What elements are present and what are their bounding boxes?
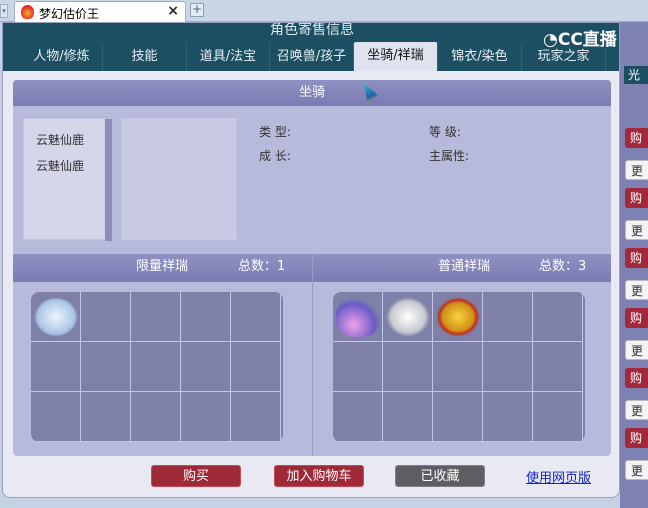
grid-slot[interactable] xyxy=(333,292,383,342)
ice-spirit-icon xyxy=(34,297,78,337)
grid-slot[interactable] xyxy=(231,292,281,342)
grid-slot[interactable] xyxy=(383,292,433,342)
grid-slot[interactable] xyxy=(81,342,131,392)
background-button[interactable]: 光 xyxy=(624,66,648,84)
grid-slot[interactable] xyxy=(181,292,231,342)
grid-slot[interactable] xyxy=(31,392,81,442)
grid-slot[interactable] xyxy=(231,342,281,392)
background-red-button[interactable]: 购 xyxy=(625,248,648,268)
limited-title: 限量祥瑞 xyxy=(136,259,189,274)
grid-slot[interactable] xyxy=(333,392,383,442)
grid-slot[interactable] xyxy=(333,342,383,392)
new-tab-button[interactable]: + xyxy=(190,3,204,17)
tab-dropdown-button[interactable]: ▾ xyxy=(0,4,8,18)
background-white-button[interactable]: 更 xyxy=(625,400,648,420)
grid-slot[interactable] xyxy=(433,292,483,342)
pink-butterfly-icon xyxy=(336,297,380,337)
background-red-button[interactable]: 购 xyxy=(625,428,648,448)
tab-1[interactable]: 技能 xyxy=(103,43,187,71)
grid-slot[interactable] xyxy=(31,342,81,392)
tab-3[interactable]: 召唤兽/孩子 xyxy=(270,43,354,71)
grid-slot[interactable] xyxy=(131,292,181,342)
background-red-button[interactable]: 购 xyxy=(625,308,648,328)
white-horse-icon xyxy=(386,297,430,337)
mount-panel: 坐骑 云魅仙鹿 云魅仙鹿 类 型: 成 长: 等 级: 主属性: 限量祥瑞 总数… xyxy=(13,80,611,456)
background-red-button[interactable]: 购 xyxy=(625,188,648,208)
browser-tab[interactable]: 梦幻估价王 × xyxy=(14,1,186,22)
tab-6[interactable]: 玩家之家 xyxy=(522,43,606,71)
browser-tab-strip: ▾ 梦幻估价王 × + xyxy=(0,0,648,22)
grid-slot[interactable] xyxy=(131,392,181,442)
grid-slot[interactable] xyxy=(433,342,483,392)
dialog-title: 角色寄售信息 xyxy=(270,22,354,38)
close-tab-icon[interactable]: × xyxy=(167,3,179,19)
app-logo-icon xyxy=(21,5,34,19)
grid-slot[interactable] xyxy=(81,292,131,342)
normal-title: 普通祥瑞 xyxy=(438,259,491,274)
mount-image xyxy=(121,118,237,240)
level-label: 等 级: xyxy=(429,125,461,139)
buy-button[interactable]: 购买 xyxy=(151,465,241,487)
mount-header: 坐骑 xyxy=(13,80,611,106)
attr-label: 主属性: xyxy=(429,149,470,163)
grid-slot[interactable] xyxy=(131,342,181,392)
tab-5[interactable]: 锦衣/染色 xyxy=(438,43,522,71)
tab-2[interactable]: 道具/法宝 xyxy=(187,43,270,71)
grid-slot[interactable] xyxy=(433,392,483,442)
limited-grid xyxy=(31,292,283,442)
add-to-cart-button[interactable]: 加入购物车 xyxy=(274,465,364,487)
background-white-button[interactable]: 更 xyxy=(625,340,648,360)
grid-slot[interactable] xyxy=(181,342,231,392)
grid-slot[interactable] xyxy=(31,292,81,342)
background-red-button[interactable]: 购 xyxy=(625,128,648,148)
mount-list-item[interactable]: 云魅仙鹿 xyxy=(36,131,84,148)
web-version-link[interactable]: 使用网页版 xyxy=(526,467,591,486)
grid-slot[interactable] xyxy=(533,342,583,392)
background-white-button[interactable]: 更 xyxy=(625,160,648,180)
grid-slot[interactable] xyxy=(81,392,131,442)
grid-slot[interactable] xyxy=(181,392,231,442)
dialog-header: 角色寄售信息 ◔CC直播 人物/修炼 技能 道具/法宝 召唤兽/孩子 坐骑/祥瑞 锦衣/染… xyxy=(3,22,619,71)
grid-slot[interactable] xyxy=(231,392,281,442)
tab-4[interactable]: 坐骑/祥瑞 xyxy=(354,42,438,71)
tab-0[interactable]: 人物/修炼 xyxy=(21,43,103,71)
type-label: 类 型: xyxy=(259,125,291,139)
tab-title: 梦幻估价王 xyxy=(39,7,100,21)
limited-count: 总数：1 xyxy=(238,259,286,274)
mount-list: 云魅仙鹿 云魅仙鹿 xyxy=(23,118,112,241)
grid-slot[interactable] xyxy=(483,392,533,442)
normal-count: 总数：3 xyxy=(539,259,587,274)
grid-slot[interactable] xyxy=(483,342,533,392)
role-info-dialog: 角色寄售信息 ◔CC直播 人物/修炼 技能 道具/法宝 召唤兽/孩子 坐骑/祥瑞 锦衣/染… xyxy=(2,22,620,498)
background-red-button[interactable]: 购 xyxy=(625,368,648,388)
favorited-button[interactable]: 已收藏 xyxy=(395,465,485,487)
background-white-button[interactable]: 更 xyxy=(625,220,648,240)
mount-header-title: 坐骑 xyxy=(298,85,325,100)
scrollbar[interactable] xyxy=(105,119,112,241)
grid-slot[interactable] xyxy=(383,342,433,392)
grid-slot[interactable] xyxy=(383,392,433,442)
grid-slot[interactable] xyxy=(533,292,583,342)
background-white-button[interactable]: 更 xyxy=(625,280,648,300)
growth-label: 成 长: xyxy=(259,149,291,163)
golden-lion-icon xyxy=(436,297,480,337)
divider xyxy=(312,254,313,456)
background-white-button[interactable]: 更 xyxy=(625,460,648,480)
grid-slot[interactable] xyxy=(533,392,583,442)
grid-slot[interactable] xyxy=(483,292,533,342)
mount-list-item[interactable]: 云魅仙鹿 xyxy=(36,157,84,174)
normal-grid xyxy=(333,292,585,442)
